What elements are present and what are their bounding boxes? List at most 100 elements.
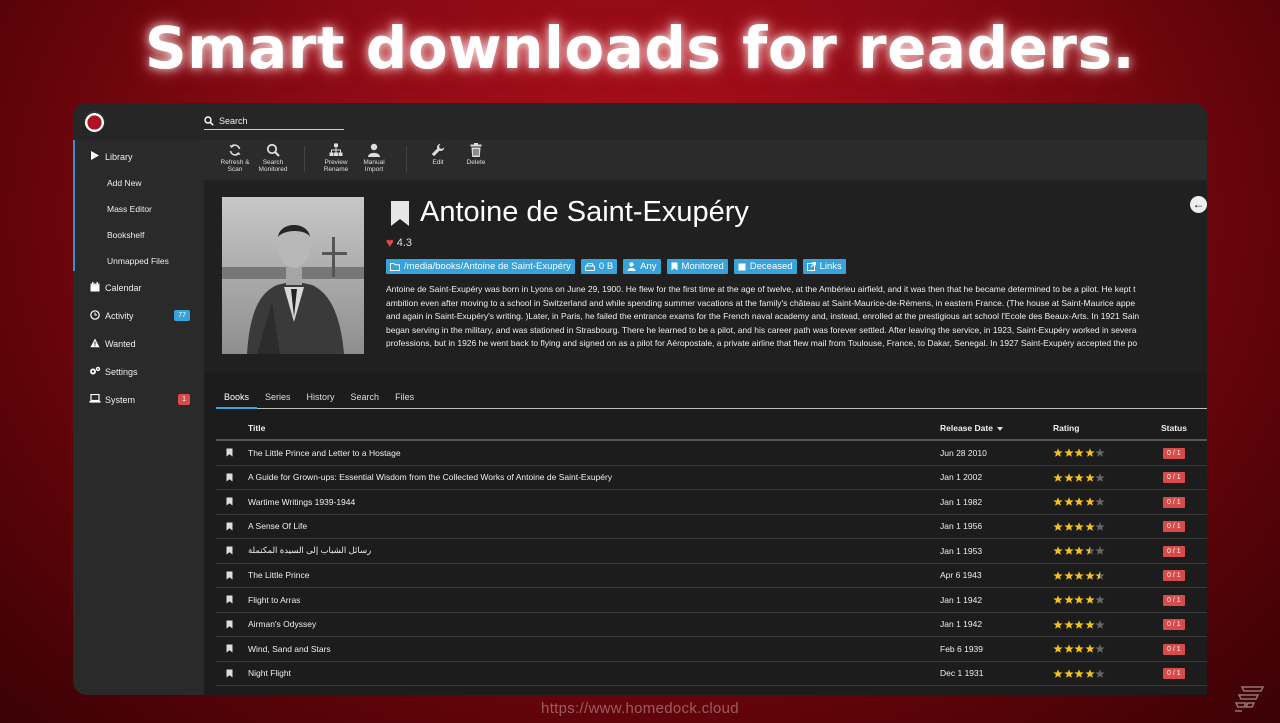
book-title[interactable]: Flight to Arras <box>248 595 940 605</box>
bio-line: ambition even after moving to a school i… <box>386 297 1136 308</box>
back-arrow-icon[interactable]: ← <box>1190 196 1207 213</box>
wrench-icon <box>431 143 445 157</box>
star-icon <box>1063 522 1074 531</box>
delete-button[interactable]: Delete <box>456 143 496 166</box>
star-icon <box>1063 595 1074 605</box>
bookmark-icon[interactable] <box>226 571 233 580</box>
search-monitored-label-2: Monitored <box>258 166 288 173</box>
status-badge: 0 / 1 <box>1163 570 1185 582</box>
edit-button[interactable]: Edit <box>418 143 458 166</box>
bookmark-icon[interactable] <box>226 497 233 506</box>
column-status[interactable]: Status <box>1161 423 1207 433</box>
star-icon <box>1053 497 1063 507</box>
table-row[interactable]: رسائل الشباب إلى السيدة المكتملة Jan 1 19… <box>216 539 1207 564</box>
sidebar-item-calendar[interactable]: Calendar <box>73 275 204 301</box>
star-icon <box>1095 522 1105 531</box>
table-row[interactable]: The Little Prince and Letter to a Hostag… <box>216 441 1207 466</box>
book-title[interactable]: The Little Prince <box>248 570 940 580</box>
column-title[interactable]: Title <box>248 423 940 433</box>
bookmark-icon[interactable] <box>226 669 233 678</box>
release-date: Jan 1 2002 <box>940 472 983 483</box>
column-rating[interactable]: Rating <box>1053 423 1161 433</box>
laptop-icon <box>89 393 101 406</box>
bookmark-icon[interactable] <box>226 644 233 653</box>
star-icon <box>1053 620 1063 629</box>
bookmark-icon[interactable] <box>226 546 233 555</box>
star-rating <box>1053 546 1161 556</box>
preview-label-2: Rename <box>323 166 349 173</box>
sidebar-item-label: Mass Editor <box>107 204 152 214</box>
bookmark-icon[interactable] <box>390 200 410 227</box>
tab-search[interactable]: Search <box>343 385 388 409</box>
monitored-tag[interactable]: Monitored <box>666 259 728 274</box>
size-tag-label: 0 B <box>598 261 614 272</box>
release-date: Jun 28 2010 <box>940 447 987 458</box>
star-icon <box>1063 473 1074 482</box>
star-icon <box>1095 571 1105 580</box>
book-title[interactable]: The Little Prince and Letter to a Hostag… <box>248 448 940 458</box>
preview-rename-button[interactable]: Preview Rename <box>316 143 356 173</box>
search-box[interactable] <box>204 112 344 130</box>
table-row[interactable]: A Guide for Grown-ups: Essential Wisdom … <box>216 466 1207 490</box>
calendar-icon <box>89 281 101 295</box>
sidebar-item-mass-editor[interactable]: Mass Editor <box>73 196 204 222</box>
manual-label-2: Import <box>364 166 384 173</box>
refresh-scan-button[interactable]: Refresh & Scan <box>215 143 255 173</box>
book-title[interactable]: Airman's Odyssey <box>248 619 940 629</box>
table-row[interactable]: Wind, Sand and Stars Feb 6 1939 0 / 1 <box>216 637 1207 662</box>
sidebar-item-unmapped-files[interactable]: Unmapped Files <box>73 248 204 274</box>
star-rating <box>1053 644 1161 654</box>
sidebar-item-system[interactable]: System 1 <box>73 387 204 413</box>
tab-files[interactable]: Files <box>387 385 422 409</box>
star-icon <box>1074 473 1084 482</box>
table-row[interactable]: The Little Prince Apr 6 1943 0 / 1 <box>216 564 1207 588</box>
book-title[interactable]: رسائل الشباب إلى السيدة المكتملة <box>248 545 940 556</box>
sidebar-item-bookshelf[interactable]: Bookshelf <box>73 222 204 248</box>
author-portrait <box>222 197 364 354</box>
book-title[interactable]: A Sense Of Life <box>248 521 940 531</box>
table-row[interactable]: Airman's Odyssey Jan 1 1942 0 / 1 <box>216 613 1207 637</box>
star-icon <box>1084 595 1095 605</box>
tab-series[interactable]: Series <box>257 385 299 409</box>
search-monitored-button[interactable]: Search Monitored <box>253 143 293 173</box>
star-icon <box>1095 448 1105 458</box>
book-title[interactable]: Night Flight <box>248 668 940 678</box>
tab-books[interactable]: Books <box>216 385 258 409</box>
table-row[interactable]: Flight to Arras Jan 1 1942 0 / 1 <box>216 588 1207 613</box>
bookmark-icon[interactable] <box>226 522 233 531</box>
search-input[interactable] <box>219 115 339 126</box>
star-icon <box>1095 546 1105 556</box>
bookmark-icon[interactable] <box>226 448 233 457</box>
book-title[interactable]: Wind, Sand and Stars <box>248 644 940 654</box>
links-tag[interactable]: Links <box>802 259 846 274</box>
app-logo[interactable] <box>84 111 105 132</box>
release-date: Jan 1 1942 <box>940 619 983 630</box>
manual-import-button[interactable]: Manual Import <box>354 143 394 173</box>
path-tag[interactable]: /media/books/Antoine de Saint-Exupéry <box>386 259 575 274</box>
star-icon <box>1095 497 1105 507</box>
sidebar-item-wanted[interactable]: Wanted <box>73 331 204 357</box>
author-name: Antoine de Saint-Exupéry <box>420 196 749 228</box>
sidebar-item-activity[interactable]: Activity 77 <box>73 303 204 329</box>
sidebar-item-add-new[interactable]: Add New <box>73 170 204 196</box>
star-icon <box>1074 522 1084 531</box>
table-row[interactable]: Wartime Writings 1939-1944 Jan 1 1982 0 / … <box>216 490 1207 515</box>
bookmark-icon[interactable] <box>226 620 233 629</box>
table-row[interactable]: Night Flight Dec 1 1931 0 / 1 <box>216 662 1207 686</box>
sidebar-item-library[interactable]: Library <box>73 144 204 170</box>
bookmark-icon[interactable] <box>226 473 233 482</box>
trash-icon <box>470 143 482 157</box>
sort-caret-icon <box>996 426 1003 431</box>
star-rating <box>1053 620 1161 629</box>
star-icon <box>1063 571 1074 580</box>
brand-mark-icon <box>1234 685 1265 715</box>
book-title[interactable]: A Guide for Grown-ups: Essential Wisdom … <box>248 472 940 482</box>
sidebar-item-settings[interactable]: Settings <box>73 359 204 385</box>
column-release-date[interactable]: Release Date <box>940 423 1053 433</box>
bookmark-icon[interactable] <box>226 595 233 604</box>
tab-history[interactable]: History <box>299 385 343 409</box>
monitored-tag-label: Monitored <box>681 261 724 272</box>
magnifier-icon <box>266 143 280 157</box>
table-row[interactable]: A Sense Of Life Jan 1 1956 0 / 1 <box>216 515 1207 539</box>
book-title[interactable]: Wartime Writings 1939-1944 <box>248 497 940 507</box>
